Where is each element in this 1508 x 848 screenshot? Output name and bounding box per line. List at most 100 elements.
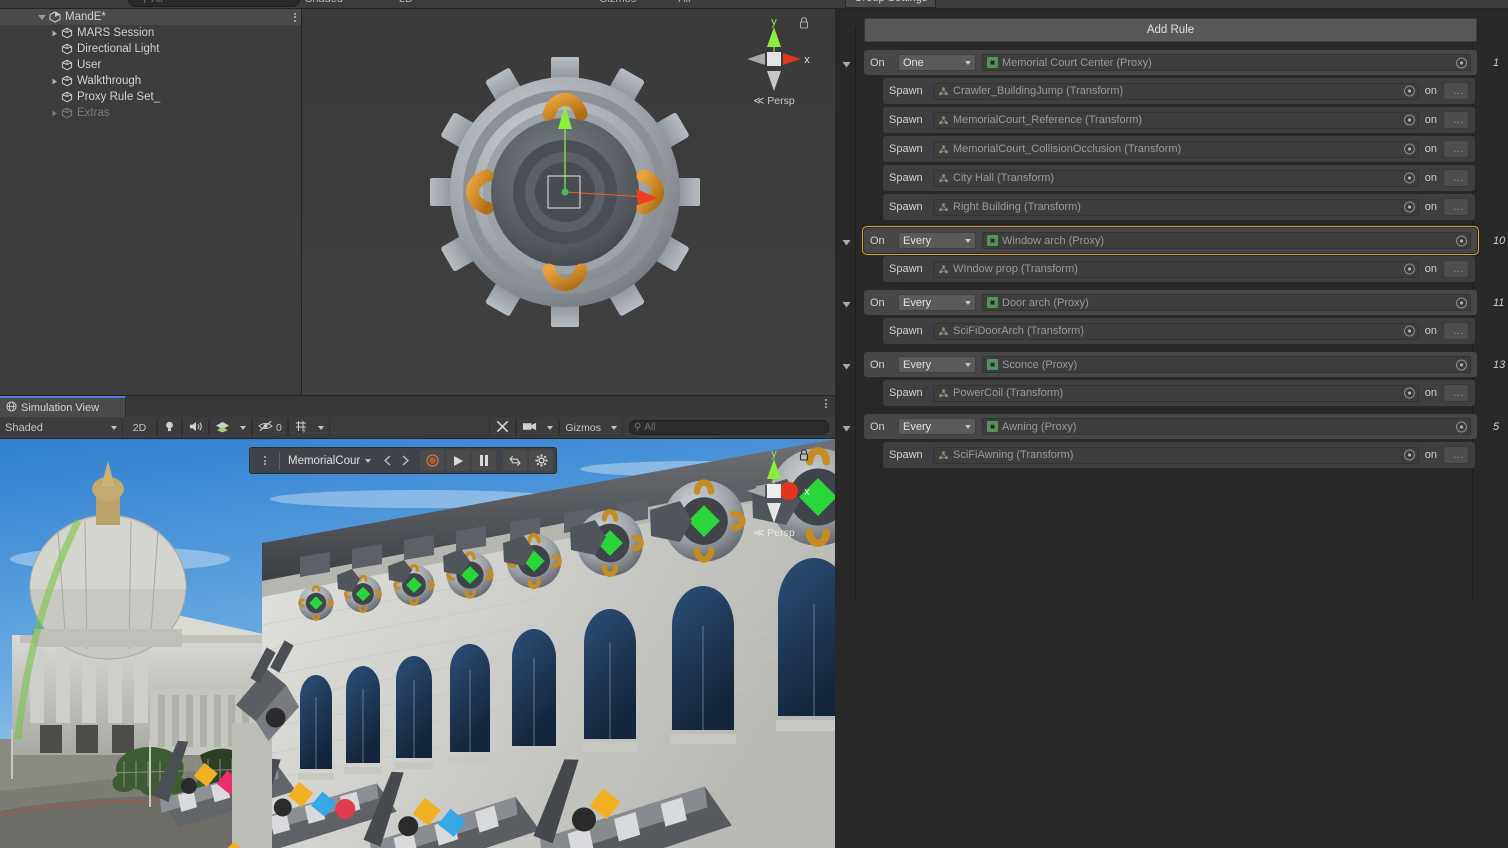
object-picker-icon[interactable] [1403, 172, 1415, 184]
scene-view-panel[interactable]: y x ≪ Persp [302, 9, 835, 395]
grid-dropdown-button[interactable] [313, 419, 330, 436]
rule-foldout-toggle[interactable] [840, 236, 852, 248]
scene-search-label[interactable]: All [678, 0, 690, 5]
draw-mode-dropdown[interactable]: Shaded [0, 419, 122, 436]
simulation-projection-label[interactable]: ≪ Persp [735, 527, 813, 547]
condition-mode-dropdown[interactable]: One [898, 54, 976, 71]
spawn-object-field[interactable]: Right Building (Transform) [933, 198, 1419, 216]
rule-spawn-row[interactable]: Spawn SciFiAwning (Transform) on... [883, 442, 1475, 468]
condition-mode-dropdown[interactable]: Every [898, 232, 976, 249]
rules-content[interactable]: Add Rule 1 On One ■ Memorial Court Center (P… [842, 9, 1505, 468]
hierarchy-panel[interactable]: MandE* MARS Session Directional Light Us… [0, 9, 302, 395]
rule-spawn-row[interactable]: Spawn MemorialCourt_CollisionOcclusion (T… [883, 136, 1475, 162]
object-picker-icon[interactable] [1456, 235, 1467, 246]
hierarchy-item-extras[interactable]: Extras [0, 105, 301, 121]
spawn-object-field[interactable]: PowerCoil (Transform) [933, 384, 1419, 402]
spawn-object-field[interactable]: City Hall (Transform) [933, 169, 1419, 187]
playbar-menu-button[interactable] [253, 450, 277, 471]
rule-condition-row[interactable]: On Every ■ Awning (Proxy) [864, 414, 1477, 439]
grid-toggle-button[interactable]: y [289, 419, 313, 436]
spawn-object-field[interactable]: MemorialCourt_CollisionOcclusion (Transf… [933, 140, 1419, 158]
hierarchy-item-mars-session[interactable]: MARS Session [0, 25, 301, 41]
hierarchy-item-list[interactable]: MARS Session Directional Light User Walk… [0, 25, 301, 121]
spawn-object-field[interactable]: SciFiAwning (Transform) [933, 446, 1419, 464]
chevron-right-icon[interactable] [48, 73, 60, 89]
hierarchy-item-proxy-rule-set[interactable]: Proxy Rule Set_ [0, 89, 301, 105]
condition-object-field[interactable]: ■ Awning (Proxy) [982, 418, 1471, 435]
rule-foldout-toggle[interactable] [840, 298, 852, 310]
prev-environment-button[interactable] [379, 450, 395, 471]
hierarchy-search-input[interactable]: ⚲ All [128, 0, 300, 7]
object-picker-icon[interactable] [1403, 143, 1415, 155]
hierarchy-item-user[interactable]: User [0, 57, 301, 73]
rule-spawn-row[interactable]: Spawn MemorialCourt_Reference (Transform)… [883, 107, 1475, 133]
rule-spawn-row[interactable]: Spawn WIndow prop (Transform) on... [883, 256, 1475, 282]
hierarchy-scene-root[interactable]: MandE* [0, 9, 301, 25]
rule-spawn-row[interactable]: Spawn PowerCoil (Transform) on... [883, 380, 1475, 406]
rule-spawn-row[interactable]: Spawn Crawler_BuildingJump (Transform) on.… [883, 78, 1475, 104]
loop-toggle-button[interactable] [503, 450, 528, 471]
condition-object-field[interactable]: ■ Sconce (Proxy) [982, 356, 1471, 373]
lock-icon[interactable] [798, 448, 810, 462]
chevron-down-icon[interactable] [36, 9, 48, 25]
lighting-toggle-button[interactable] [158, 419, 182, 436]
spawn-options-button[interactable]: ... [1443, 384, 1469, 402]
tab-simulation-view[interactable]: Simulation View [0, 396, 126, 417]
rule-block[interactable]: 10 On Every ■ Window arch (Proxy) Spawn WIndow… [842, 226, 1505, 282]
effects-dropdown-button[interactable] [235, 419, 252, 436]
proxy-rule-set-panel[interactable]: Add Rule 1 On One ■ Memorial Court Center (P… [835, 9, 1508, 848]
spawn-options-button[interactable]: ... [1443, 446, 1469, 464]
scene-view-toolbar-clipped[interactable]: Shaded 2D Gizmos All [305, 0, 691, 8]
environment-dropdown[interactable]: MemorialCour [282, 450, 377, 471]
rule-spawn-row[interactable]: Spawn City Hall (Transform) on... [883, 165, 1475, 191]
spawn-options-button[interactable]: ... [1443, 260, 1469, 278]
add-rule-button[interactable]: Add Rule [864, 18, 1477, 42]
gizmos-button[interactable]: Gizmos [560, 419, 606, 436]
spawn-object-field[interactable]: Crawler_BuildingJump (Transform) [933, 82, 1419, 100]
rule-condition-row[interactable]: On Every ■ Window arch (Proxy) [862, 226, 1479, 255]
chevron-right-icon[interactable] [48, 25, 60, 41]
rule-block[interactable]: 13 On Every ■ Sconce (Proxy) Spawn PowerCoil (… [842, 352, 1505, 406]
object-picker-icon[interactable] [1403, 449, 1415, 461]
condition-object-field[interactable]: ■ Window arch (Proxy) [982, 232, 1471, 249]
record-button[interactable] [420, 450, 445, 471]
condition-object-field[interactable]: ■ Door arch (Proxy) [982, 294, 1471, 311]
object-picker-icon[interactable] [1403, 263, 1415, 275]
gizmos-dropdown-button[interactable] [606, 419, 623, 436]
transform-gizmo[interactable] [430, 57, 700, 327]
lock-icon[interactable] [798, 16, 810, 30]
simulation-view-toolbar[interactable]: Shaded 2D 0 y Gizmos ⚲ All [0, 417, 835, 439]
rule-block[interactable]: 11 On Every ■ Door arch (Proxy) Spawn SciFiDoo… [842, 290, 1504, 344]
rule-condition-row[interactable]: On Every ■ Door arch (Proxy) [864, 290, 1477, 315]
object-picker-icon[interactable] [1403, 201, 1415, 213]
scene-gizmos-label[interactable]: Gizmos [599, 0, 636, 5]
hidden-objects-button[interactable]: 0 [253, 419, 288, 436]
spawn-options-button[interactable]: ... [1443, 82, 1469, 100]
spawn-options-button[interactable]: ... [1443, 140, 1469, 158]
gizmos-search-input[interactable]: ⚲ All [629, 420, 829, 435]
simulation-view-menu-icon[interactable] [825, 399, 827, 408]
rule-foldout-toggle[interactable] [840, 360, 852, 372]
object-picker-icon[interactable] [1456, 421, 1467, 432]
object-picker-icon[interactable] [1403, 85, 1415, 97]
camera-dropdown-button[interactable] [542, 419, 560, 436]
rule-list[interactable]: 1 On One ■ Memorial Court Center (Proxy) Spaw… [842, 50, 1505, 468]
simulation-orientation-gizmo[interactable]: y x ≪ Persp [735, 447, 813, 547]
next-environment-button[interactable] [397, 450, 413, 471]
object-picker-icon[interactable] [1403, 387, 1415, 399]
rule-block[interactable]: 5 On Every ■ Awning (Proxy) Spawn SciFiAwning … [842, 414, 1499, 468]
rule-condition-row[interactable]: On One ■ Memorial Court Center (Proxy) [864, 50, 1477, 75]
simulation-view-panel[interactable]: Simulation View Shaded 2D 0 y Gizmos ⚲ A… [0, 395, 835, 848]
object-picker-icon[interactable] [1403, 114, 1415, 126]
object-picker-icon[interactable] [1403, 325, 1415, 337]
rule-spawn-row[interactable]: Spawn Right Building (Transform) on... [883, 194, 1475, 220]
simulation-settings-button[interactable] [529, 450, 554, 471]
tab-group-settings[interactable]: Group Settings [845, 0, 937, 8]
rule-foldout-toggle[interactable] [840, 58, 852, 70]
toggle-2d-button[interactable]: 2D [123, 419, 157, 436]
spawn-options-button[interactable]: ... [1443, 111, 1469, 129]
hierarchy-item-walkthrough[interactable]: Walkthrough [0, 73, 301, 89]
scene-orientation-gizmo[interactable]: y x ≪ Persp [735, 15, 813, 115]
object-picker-icon[interactable] [1456, 359, 1467, 370]
pause-button[interactable] [472, 450, 497, 471]
